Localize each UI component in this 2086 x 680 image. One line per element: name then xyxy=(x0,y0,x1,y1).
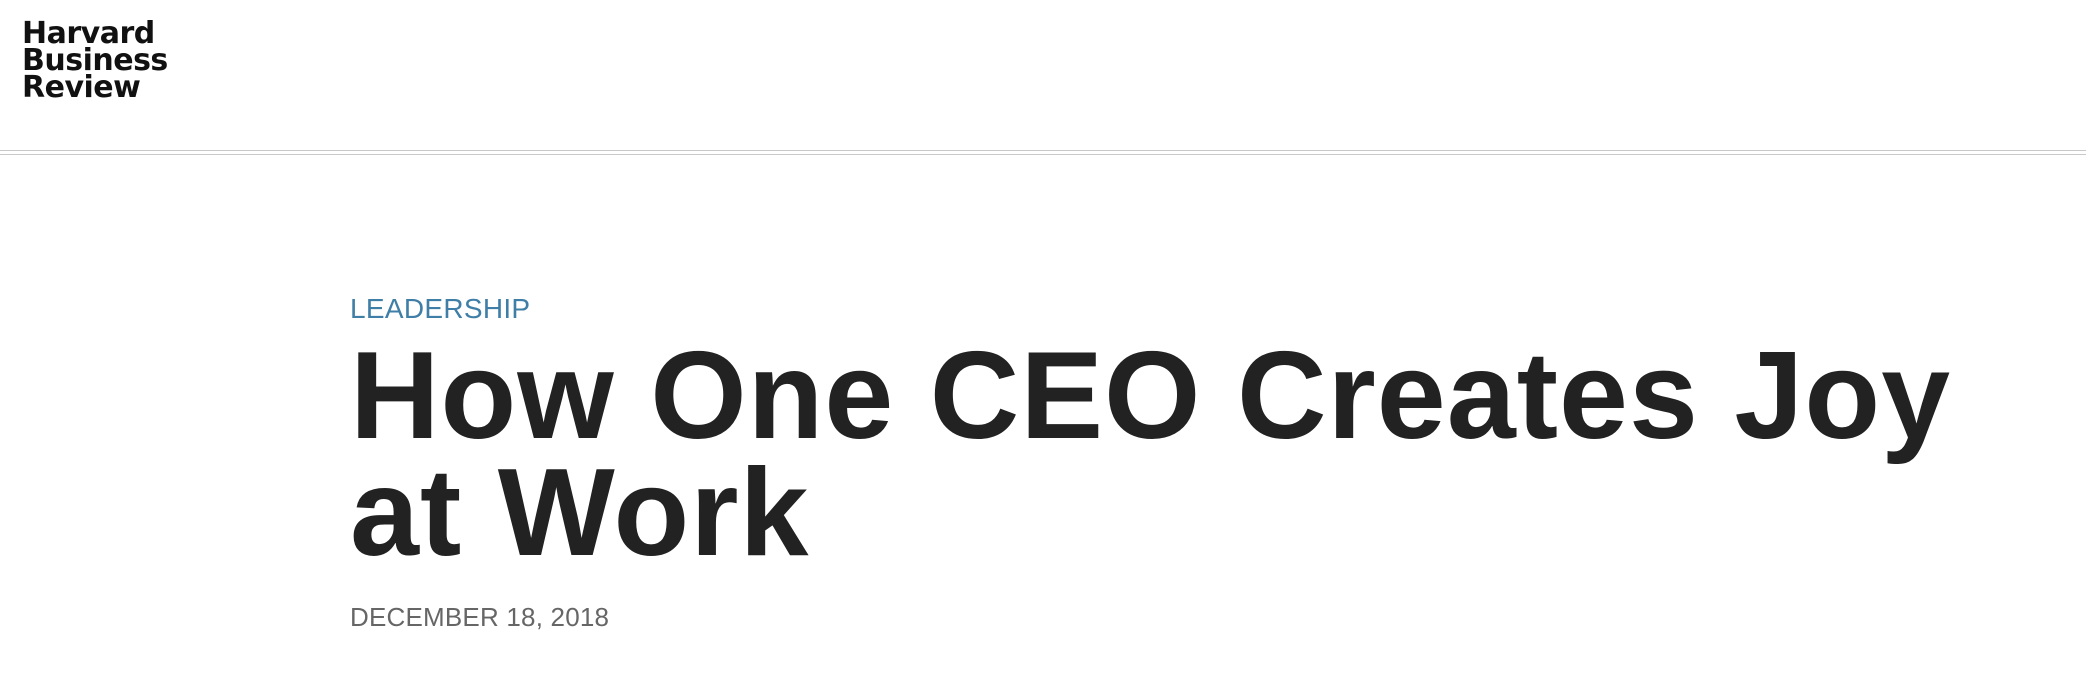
topic-link[interactable]: LEADERSHIP xyxy=(350,292,530,326)
hbr-logo[interactable]: Harvard Business Review xyxy=(22,19,168,105)
article-header: LEADERSHIP How One CEO Creates Joy at Wo… xyxy=(350,0,2050,680)
publish-date: DECEMBER 18, 2018 xyxy=(350,602,610,632)
logo-line-3: Review xyxy=(22,70,141,105)
article-title-line-2: at Work xyxy=(350,444,810,582)
article-title: How One CEO Creates Joy at Work xyxy=(350,334,2050,575)
